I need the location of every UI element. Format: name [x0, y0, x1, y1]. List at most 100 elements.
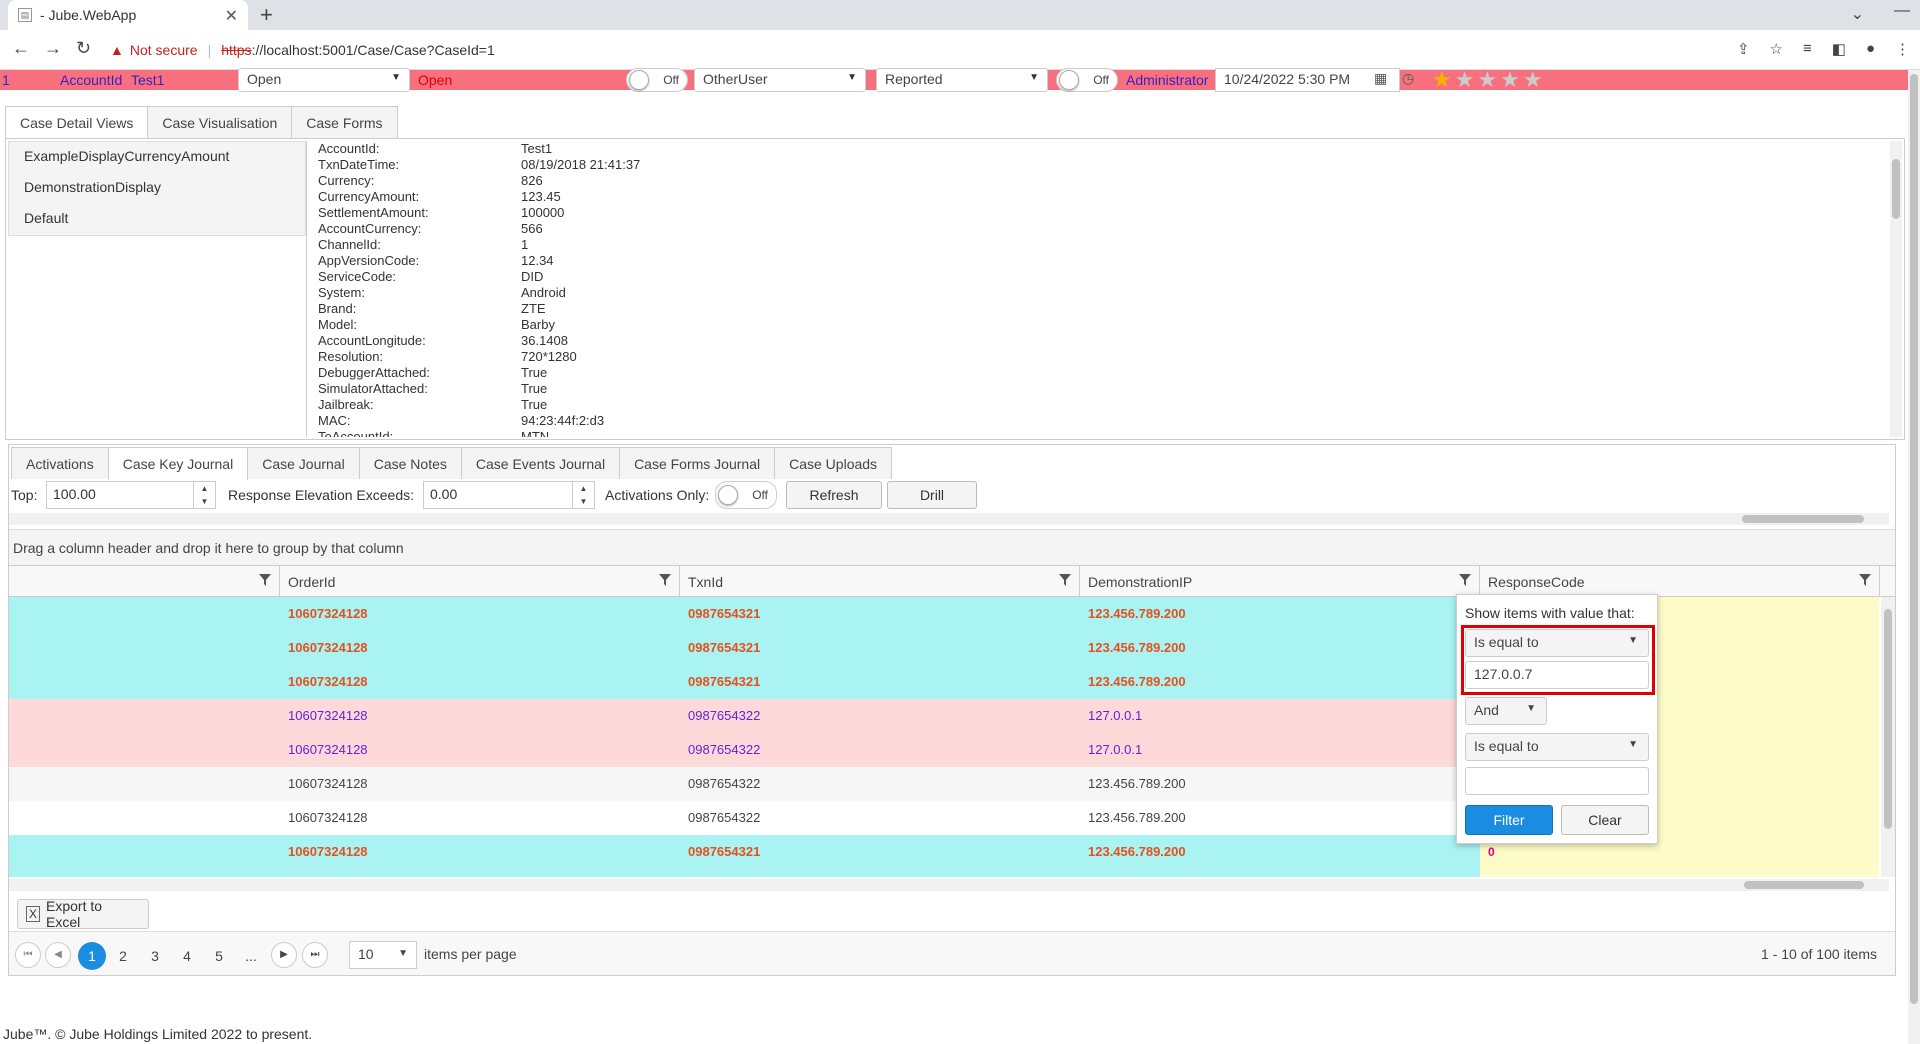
detail-value: True: [521, 381, 548, 396]
elevation-input[interactable]: 0.00 ▲ ▼: [423, 481, 595, 509]
export-to-excel-button[interactable]: X Export to Excel: [17, 898, 149, 930]
filter-logic-select[interactable]: And ▼: [1465, 697, 1547, 725]
last-page-icon[interactable]: ⏭: [302, 942, 328, 968]
drill-button[interactable]: Drill: [887, 481, 977, 509]
page-4[interactable]: 4: [173, 942, 201, 970]
page-scrollbar[interactable]: [1908, 70, 1920, 1044]
rating-stars[interactable]: ★★★★★: [1432, 67, 1546, 93]
caret-down-icon: ▼: [1628, 739, 1638, 750]
filter-button[interactable]: Filter: [1465, 805, 1553, 835]
detail-row: System: Android: [318, 285, 1888, 301]
first-page-icon[interactable]: ⏮: [15, 942, 41, 968]
view-item[interactable]: DemonstrationDisplay: [9, 173, 305, 204]
journal-toolbar: Top: 100.00 ▲ ▼ Response Elevation Exceed…: [9, 477, 1895, 513]
next-page-icon[interactable]: ▶: [271, 942, 297, 968]
filter-icon: [259, 574, 271, 586]
reload-icon[interactable]: ↻: [76, 38, 91, 59]
cell-txnid: 0987654322: [688, 810, 761, 825]
browser-tab-strip: ▤ - Jube.WebApp ✕ + ⌄ —: [0, 0, 1920, 30]
cell-orderid: 10607324128: [288, 810, 368, 825]
detail-key: Currency:: [318, 173, 375, 188]
bookmark-star-icon[interactable]: ☆: [1770, 40, 1783, 58]
profile-icon[interactable]: ●: [1866, 40, 1875, 58]
status-toggle[interactable]: Off: [626, 68, 688, 92]
detail-value: DID: [521, 269, 544, 284]
menu-icon[interactable]: ⋮: [1895, 40, 1910, 58]
items-summary: 1 - 10 of 100 items: [1761, 946, 1877, 962]
filter-operator-1[interactable]: Is equal to ▼: [1465, 629, 1649, 657]
reported-toggle[interactable]: Off: [1056, 68, 1118, 92]
tab-case-events-journal[interactable]: Case Events Journal: [460, 447, 621, 479]
detail-value: True: [521, 365, 548, 380]
column-header-row[interactable]: [9, 566, 280, 596]
row-cell-empty: [9, 767, 280, 801]
detail-key: Resolution:: [318, 349, 384, 364]
reading-list-icon[interactable]: ≡: [1803, 40, 1812, 58]
grid-vertical-scrollbar[interactable]: [1881, 597, 1895, 877]
journal-tabs: Activations Case Key Journal Case Journa…: [11, 447, 893, 480]
minimize-icon[interactable]: —: [1894, 2, 1910, 20]
share-icon[interactable]: ⇪: [1737, 40, 1750, 58]
prev-page-icon[interactable]: ◀: [45, 942, 71, 968]
browser-tab[interactable]: ▤ - Jube.WebApp ✕: [8, 0, 248, 30]
tab-case-notes[interactable]: Case Notes: [358, 447, 462, 479]
table-row[interactable]: 106073241280987654321123.456.789.2000: [9, 869, 1879, 877]
pane-splitter[interactable]: [306, 141, 310, 437]
tab-case-journal[interactable]: Case Journal: [247, 447, 360, 479]
top-label: Top:: [11, 487, 38, 503]
tab-case-visualisation[interactable]: Case Visualisation: [147, 106, 293, 138]
clock-icon[interactable]: ◷: [1402, 70, 1414, 87]
reported-select[interactable]: Reported ▼: [876, 68, 1048, 92]
filter-title: Show items with value that:: [1465, 605, 1635, 621]
detail-scrollbar[interactable]: [1890, 141, 1902, 437]
cell-txnid: 0987654322: [688, 742, 761, 757]
close-tab-icon[interactable]: ✕: [225, 6, 238, 26]
forward-icon[interactable]: →: [44, 38, 62, 59]
page-size-select[interactable]: 10 ▼: [349, 941, 417, 969]
datetime-picker[interactable]: 10/24/2022 5:30 PM: [1215, 68, 1400, 92]
page-1[interactable]: 1: [78, 942, 106, 970]
case-status-select[interactable]: Open ▼: [238, 68, 410, 92]
tab-activations[interactable]: Activations: [11, 447, 109, 479]
url-field[interactable]: ▲ Not secure | https ://localhost:5001/C…: [110, 35, 1710, 65]
cell-demonstrationip: 123.456.789.200: [1088, 844, 1186, 859]
page-2[interactable]: 2: [109, 942, 137, 970]
column-header-orderid[interactable]: OrderId: [280, 566, 680, 596]
page-5[interactable]: 5: [205, 942, 233, 970]
user-select[interactable]: OtherUser ▼: [694, 68, 866, 92]
side-panel-icon[interactable]: ◧: [1832, 40, 1846, 58]
top-input[interactable]: 100.00 ▲ ▼: [46, 481, 216, 509]
filter-operator-2[interactable]: Is equal to ▼: [1465, 733, 1649, 761]
tab-case-key-journal[interactable]: Case Key Journal: [107, 447, 249, 480]
detail-value: Test1: [521, 141, 553, 156]
refresh-button[interactable]: Refresh: [786, 481, 882, 509]
tab-case-forms[interactable]: Case Forms: [291, 106, 398, 138]
tab-case-uploads[interactable]: Case Uploads: [774, 447, 893, 479]
tab-case-forms-journal[interactable]: Case Forms Journal: [619, 447, 776, 479]
caret-down-icon: ▼: [847, 72, 857, 83]
page-icon: ▤: [18, 8, 32, 22]
grid-horizontal-scrollbar[interactable]: [9, 879, 1889, 891]
clear-button[interactable]: Clear: [1561, 805, 1649, 835]
column-header-demonstrationip[interactable]: DemonstrationIP: [1080, 566, 1480, 596]
column-header-responsecode[interactable]: ResponseCode: [1480, 566, 1880, 596]
filter-value-1[interactable]: 127.0.0.7: [1465, 661, 1649, 689]
page-more[interactable]: ...: [237, 942, 265, 970]
case-detail-tabs: Case Detail Views Case Visualisation Cas…: [5, 106, 398, 139]
view-item[interactable]: Default: [9, 204, 305, 235]
new-tab-button[interactable]: +: [260, 2, 273, 28]
calendar-icon[interactable]: ▦: [1374, 70, 1387, 87]
tab-case-detail-views[interactable]: Case Detail Views: [5, 106, 149, 139]
view-item[interactable]: ExampleDisplayCurrencyAmount: [9, 142, 305, 173]
page-3[interactable]: 3: [141, 942, 169, 970]
column-filter-popup: Show items with value that: Is equal to ▼…: [1456, 594, 1658, 844]
filter-value-2[interactable]: [1465, 767, 1649, 795]
activations-only-toggle[interactable]: Off: [715, 481, 777, 509]
tab-search-icon[interactable]: ⌄: [1851, 4, 1864, 24]
back-icon[interactable]: ←: [12, 38, 30, 59]
account-value[interactable]: Test1: [131, 72, 164, 88]
spinner-icon[interactable]: ▲ ▼: [193, 482, 215, 508]
grid-horizontal-scrollbar-top[interactable]: [9, 513, 1889, 525]
column-header-txnid[interactable]: TxnId: [680, 566, 1080, 596]
spinner-icon[interactable]: ▲ ▼: [572, 482, 594, 508]
